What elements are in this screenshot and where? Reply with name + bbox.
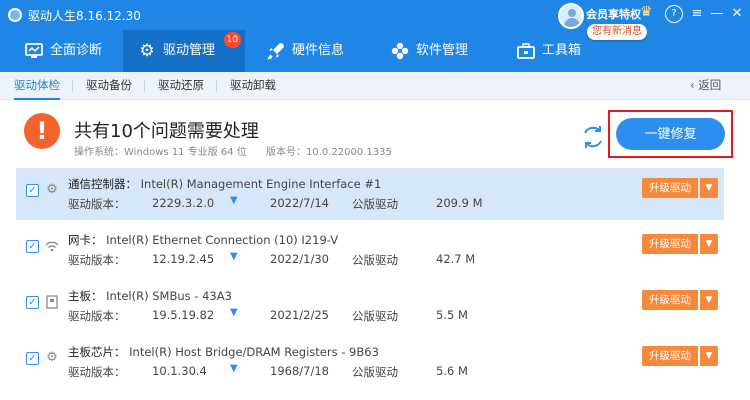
subtab-driver-check[interactable]: 驱动体检	[14, 72, 60, 100]
one-click-fix-button[interactable]: 一键修复	[616, 118, 725, 150]
device-name: Intel(R) Ethernet Connection (10) I219-V	[106, 233, 339, 247]
os-version: 版本号：10.0.22000.1335	[266, 147, 392, 158]
version-dropdown-icon[interactable]: ▼	[230, 251, 238, 262]
checkbox[interactable]: ✓	[26, 296, 39, 309]
gear-icon: ⚙	[139, 41, 155, 61]
chevron-down-icon[interactable]: ▼	[700, 234, 718, 254]
version-label: 驱动版本：	[68, 197, 126, 211]
upgrade-driver-button[interactable]: 升级驱动	[642, 346, 698, 366]
vip-link[interactable]: 会员享特权	[586, 6, 641, 22]
tab-label: 驱动管理	[163, 43, 216, 58]
crown-icon[interactable]: ♛	[640, 4, 653, 20]
os-info: 操作系统：Windows 11 专业版 64 位	[74, 147, 247, 158]
driver-date: 2022/1/30	[270, 252, 329, 266]
tab-full-diagnosis[interactable]: 全面诊断	[10, 30, 122, 72]
chevron-down-icon[interactable]: ▼	[700, 290, 718, 310]
driver-size: 42.7 M	[436, 252, 476, 266]
checkbox[interactable]: ✓	[26, 184, 39, 197]
refresh-icon[interactable]	[578, 122, 608, 152]
rocket-icon	[266, 41, 286, 61]
chip-icon: ⚙	[46, 182, 58, 197]
device-name: Intel(R) SMBus - 43A3	[106, 289, 232, 303]
app-title: 驱动人生8.16.12.30	[28, 9, 141, 23]
tab-label: 硬件信息	[292, 43, 345, 58]
chevron-down-icon[interactable]: ▼	[700, 346, 718, 366]
subtab-driver-restore[interactable]: 驱动还原	[158, 72, 204, 100]
driver-row[interactable]: ✓ ⚙ 通信控制器： Intel(R) Management Engine In…	[16, 168, 724, 220]
driver-type: 公版驱动	[352, 365, 398, 379]
tab-label: 全面诊断	[50, 43, 103, 58]
chevron-down-icon[interactable]: ▼	[700, 178, 718, 198]
driver-date: 2022/7/14	[270, 196, 329, 210]
driver-row[interactable]: ✓ 网卡： Intel(R) Ethernet Connection (10) …	[16, 224, 724, 276]
driver-date: 2021/2/25	[270, 308, 329, 322]
driver-size: 5.6 M	[436, 364, 468, 378]
driver-row[interactable]: ✓ 主板： Intel(R) SMBus - 43A3 驱动版本： 19.5.1…	[16, 280, 724, 332]
version-dropdown-icon[interactable]: ▼	[230, 307, 238, 318]
device-category: 通信控制器：	[68, 177, 137, 191]
menu-button[interactable]: ≡	[688, 5, 706, 23]
checkbox[interactable]: ✓	[26, 352, 39, 365]
version-label: 驱动版本：	[68, 309, 126, 323]
wifi-icon	[44, 238, 60, 254]
driver-size: 209.9 M	[436, 196, 483, 210]
driver-row[interactable]: ✓ ⚙ 主板芯片： Intel(R) Host Bridge/DRAM Regi…	[16, 336, 724, 388]
driver-type: 公版驱动	[352, 197, 398, 211]
device-category: 网卡：	[68, 233, 103, 247]
driver-version: 19.5.19.82	[152, 308, 215, 322]
version-dropdown-icon[interactable]: ▼	[230, 195, 238, 206]
upgrade-driver-button[interactable]: 升级驱动	[642, 178, 698, 198]
version-dropdown-icon[interactable]: ▼	[230, 363, 238, 374]
upgrade-driver-button[interactable]: 升级驱动	[642, 290, 698, 310]
grid-icon	[390, 41, 410, 61]
minimize-button[interactable]: —	[708, 5, 726, 23]
driver-date: 1968/7/18	[270, 364, 329, 378]
tab-hardware-info[interactable]: 硬件信息	[252, 30, 372, 72]
upgrade-driver-button[interactable]: 升级驱动	[642, 234, 698, 254]
notification-badge: 10	[223, 32, 241, 48]
subtab-driver-backup[interactable]: 驱动备份	[86, 72, 132, 100]
device-category: 主板芯片：	[68, 345, 126, 359]
board-icon	[44, 294, 60, 310]
help-button[interactable]: ?	[665, 5, 683, 23]
subtab-driver-uninstall[interactable]: 驱动卸载	[230, 72, 276, 100]
warning-icon: !	[24, 113, 60, 149]
driver-version: 2229.3.2.0	[152, 196, 215, 210]
sub-tabs: 驱动体检 驱动备份 驱动还原 驱动卸载 ‹ 返回	[0, 72, 750, 100]
summary-title: 共有10个问题需要处理	[74, 121, 259, 142]
driver-type: 公版驱动	[352, 253, 398, 267]
tab-driver-management[interactable]: ⚙ 驱动管理 10	[123, 30, 245, 72]
user-avatar[interactable]	[558, 3, 584, 29]
driver-size: 5.5 M	[436, 308, 468, 322]
version-label: 驱动版本：	[68, 365, 126, 379]
toolbox-icon	[516, 41, 536, 61]
driver-version: 10.1.30.4	[152, 364, 207, 378]
device-category: 主板：	[68, 289, 103, 303]
message-badge[interactable]: 您有新消息	[587, 24, 647, 40]
device-name: Intel(R) Management Engine Interface #1	[140, 177, 382, 191]
tab-software-management[interactable]: 软件管理	[376, 30, 496, 72]
chip-icon: ⚙	[46, 350, 58, 365]
app-logo-icon	[8, 8, 22, 22]
device-name: Intel(R) Host Bridge/DRAM Registers - 9B…	[129, 345, 379, 359]
checkbox[interactable]: ✓	[26, 240, 39, 253]
close-button[interactable]: ✕	[728, 5, 746, 23]
back-link[interactable]: ‹ 返回	[690, 72, 721, 100]
driver-type: 公版驱动	[352, 309, 398, 323]
tab-label: 软件管理	[416, 43, 469, 58]
monitor-icon	[24, 41, 44, 61]
driver-version: 12.19.2.45	[152, 252, 215, 266]
version-label: 驱动版本：	[68, 253, 126, 267]
tab-label: 工具箱	[542, 43, 582, 58]
